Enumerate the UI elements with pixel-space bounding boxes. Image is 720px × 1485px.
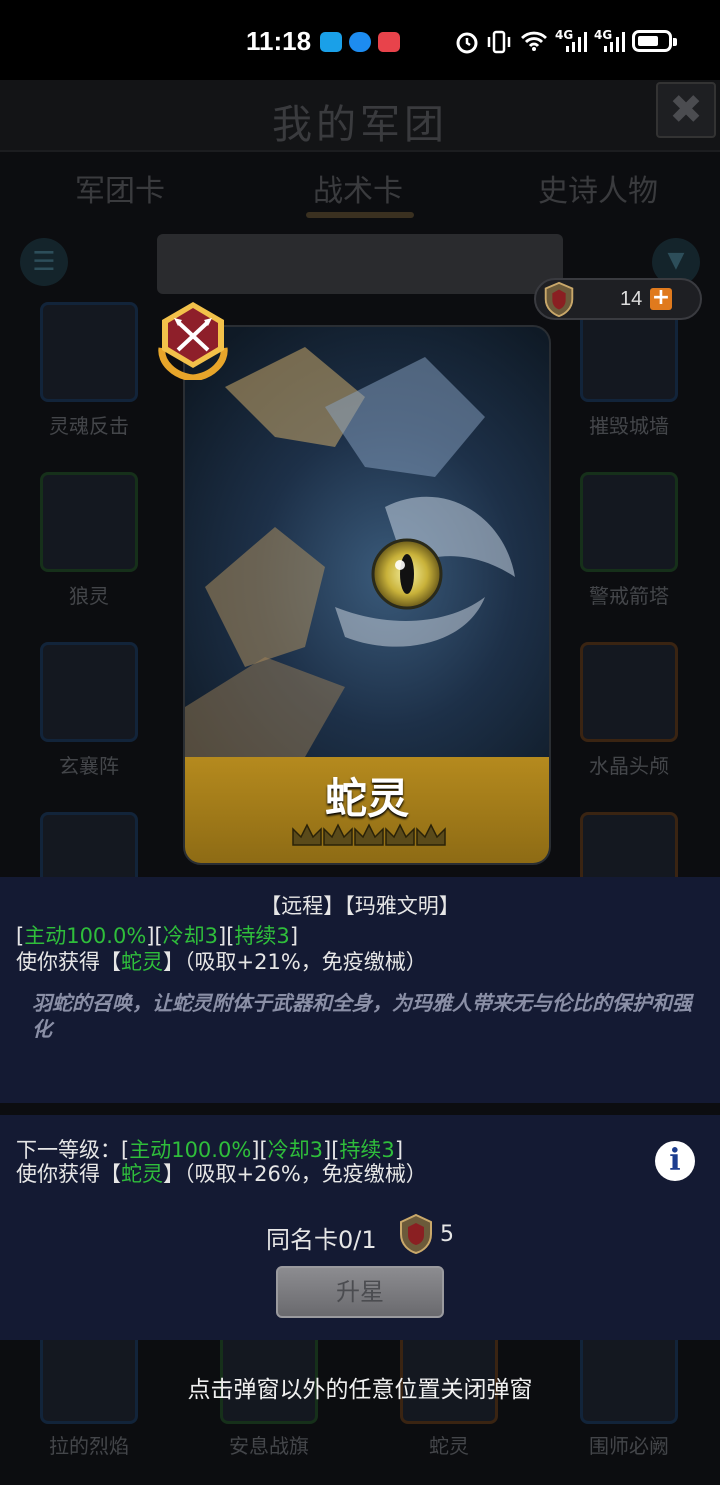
bg-card-label: 围师必阙 [589, 1434, 669, 1458]
shield-emblem-icon [400, 1213, 432, 1255]
cooldown-stat: 冷却3 [162, 924, 219, 948]
effect-suffix: 】（吸取+26%，免疫缴械） [163, 1162, 427, 1186]
bg-card[interactable] [40, 642, 138, 742]
bg-card[interactable] [580, 642, 678, 742]
next-level-effect: 使你获得【蛇灵】（吸取+26%，免疫缴械） [16, 1158, 427, 1188]
taptap-icon [320, 32, 342, 52]
effect-name: 蛇灵 [121, 950, 163, 974]
status-time: 11:18 [246, 26, 312, 56]
tactic-card: 蛇灵 [183, 325, 551, 865]
effect-prefix: 使你获得【 [16, 950, 121, 974]
active-stat: 主动100.0% [24, 924, 147, 948]
tab-active-indicator [306, 212, 414, 218]
bg-card-label: 摧毁城墙 [589, 414, 669, 438]
bg-card-label: 玄襄阵 [59, 754, 119, 778]
bg-card-label: 安息战旗 [229, 1434, 309, 1458]
page-title: 我的军团 [272, 102, 448, 148]
effect-suffix: 】（吸取+21%，免疫缴械） [163, 950, 427, 974]
snake-spirit-artwork [185, 327, 549, 757]
bg-card-label: 拉的烈焰 [49, 1434, 129, 1458]
app-notification-icon [349, 32, 371, 52]
bracket: ][ [218, 924, 235, 948]
bg-card[interactable] [40, 302, 138, 402]
bracket: [ [16, 924, 25, 948]
close-button[interactable]: ✖ [656, 82, 716, 138]
bg-card[interactable] [40, 472, 138, 572]
duration-stat: 持续3 [234, 924, 290, 948]
shield-emblem-icon [544, 281, 574, 318]
card-tags: 【远程】【玛雅文明】 [260, 894, 460, 918]
effect-name: 蛇灵 [121, 1162, 163, 1186]
search-input[interactable] [157, 234, 563, 294]
upgrade-star-button[interactable]: 升星 [276, 1266, 444, 1318]
info-button[interactable]: i [655, 1141, 695, 1181]
battery-icon [632, 30, 677, 52]
ranged-type-badge-icon [158, 302, 228, 380]
vibrate-icon [487, 30, 511, 54]
card-name: 蛇灵 [324, 774, 409, 823]
signal-icon-2 [604, 32, 625, 52]
bg-card-label: 蛇灵 [429, 1434, 469, 1458]
add-resource-button[interactable]: + [650, 287, 672, 310]
bg-card-label: 灵魂反击 [49, 414, 129, 438]
bracket: ][ [146, 924, 163, 948]
tab-tactic-cards[interactable]: 战术卡 [238, 166, 478, 210]
bg-card[interactable] [580, 472, 678, 572]
signal-icon-1 [566, 32, 587, 52]
same-card-cost: 5 [440, 1222, 454, 1247]
bg-card-label: 狼灵 [69, 584, 109, 608]
huawei-notification-icon [378, 32, 400, 52]
list-menu-button[interactable]: ☰ [20, 238, 68, 286]
bracket: ] [289, 924, 299, 948]
tab-epic-heroes[interactable]: 史诗人物 [478, 166, 718, 210]
bg-card-label: 水晶头颅 [589, 754, 669, 778]
star-crowns-icon [292, 823, 446, 846]
effect-prefix: 使你获得【 [16, 1162, 121, 1186]
resource-count: 14 [620, 288, 643, 310]
alarm-icon [456, 32, 478, 54]
current-level-effect: 使你获得【蛇灵】（吸取+21%，免疫缴械） [16, 946, 427, 976]
wifi-icon [521, 31, 547, 51]
tab-legion-cards[interactable]: 军团卡 [0, 166, 240, 210]
bg-card-label: 警戒箭塔 [589, 584, 669, 608]
close-hint: 点击弹窗以外的任意位置关闭弹窗 [187, 1377, 533, 1403]
card-flavor-text: 羽蛇的召唤，让蛇灵附体于武器和全身，为玛雅人带来无与伦比的保护和强化 [32, 991, 692, 1041]
same-card-count: 同名卡0/1 [266, 1226, 377, 1254]
